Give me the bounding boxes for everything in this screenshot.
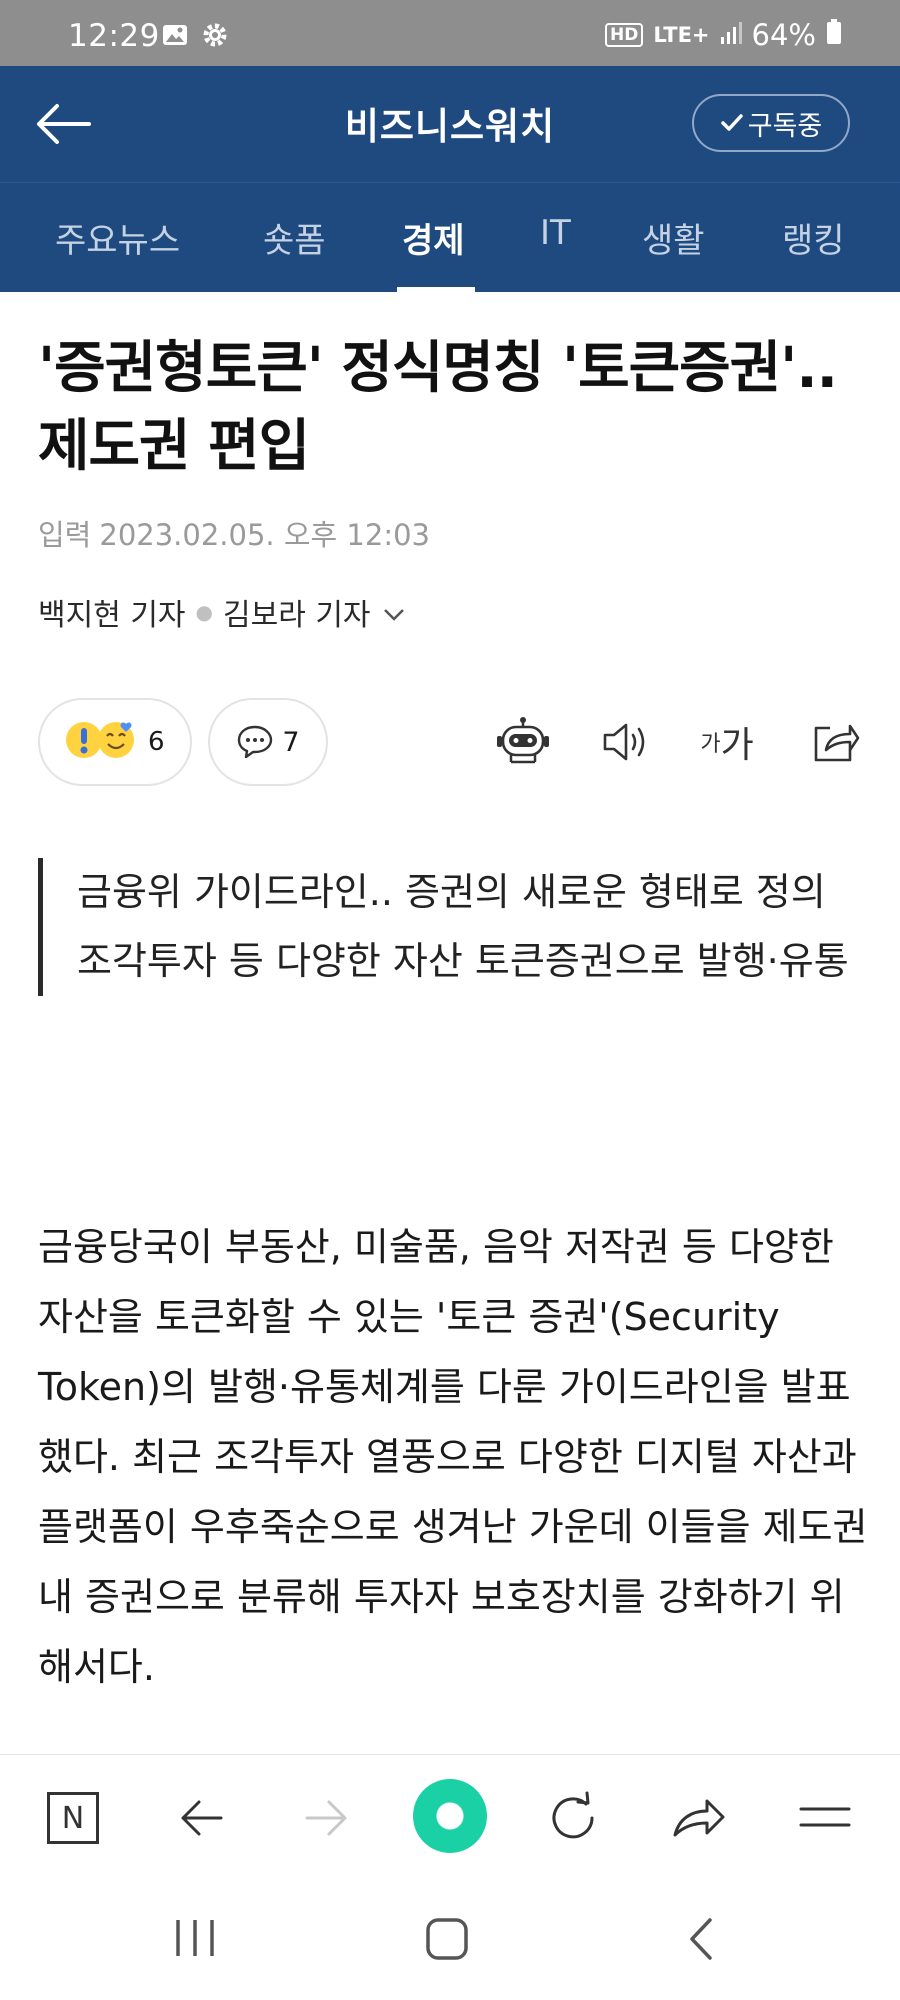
font-size-small-label: 가 bbox=[700, 732, 721, 757]
browser-share-button[interactable] bbox=[666, 1785, 732, 1851]
image-icon bbox=[162, 23, 188, 51]
browser-menu-button[interactable] bbox=[792, 1785, 858, 1851]
system-back-button[interactable] bbox=[682, 1916, 718, 1966]
article-body: 금융당국이 부동산, 미술품, 음악 저작권 등 다양한 자산을 토큰화할 수 … bbox=[38, 1225, 868, 1689]
summary-line: 금융위 가이드라인.. 증권의 새로운 형태로 정의 bbox=[77, 870, 826, 914]
subscribe-button[interactable]: 구독중 bbox=[692, 94, 850, 152]
forward-arrow-icon bbox=[305, 1800, 347, 1836]
home-button[interactable] bbox=[424, 1916, 472, 1966]
article-title: '증권형토큰' 정식명칭 '토큰증권'.. 제도권 편입 bbox=[38, 336, 838, 479]
subscribe-label: 구독중 bbox=[747, 110, 823, 142]
recent-apps-icon bbox=[176, 1920, 214, 1956]
comment-icon bbox=[238, 725, 273, 759]
check-icon bbox=[720, 114, 743, 131]
reaction-button[interactable]: 6 bbox=[38, 698, 192, 786]
status-time: 12:29 bbox=[68, 18, 160, 54]
robot-icon bbox=[497, 717, 549, 764]
chevron-down-icon[interactable] bbox=[383, 595, 405, 630]
share-arrow-icon bbox=[673, 1799, 725, 1837]
chevron-left-icon bbox=[690, 1918, 712, 1960]
article-summary: 금융위 가이드라인.. 증권의 새로운 형태로 정의 조각투자 등 다양한 자산… bbox=[38, 858, 868, 996]
active-tab-indicator bbox=[397, 287, 475, 293]
text-to-speech-button[interactable] bbox=[596, 712, 658, 772]
naver-home-icon: N bbox=[47, 1792, 99, 1844]
network-type: LTE+ bbox=[653, 23, 710, 47]
tab-it[interactable]: IT bbox=[540, 213, 571, 253]
summary-bot-button[interactable] bbox=[492, 712, 554, 772]
tab-life[interactable]: 생활 bbox=[642, 213, 705, 262]
signal-icon bbox=[720, 18, 742, 52]
separator-dot: ● bbox=[195, 600, 213, 624]
reporter-name[interactable]: 김보라 기자 bbox=[223, 590, 371, 634]
system-navigation-bar bbox=[0, 1880, 900, 2000]
date-value: 2023.02.05. 오후 12:03 bbox=[99, 518, 431, 552]
reporter-name[interactable]: 백지현 기자 bbox=[38, 590, 186, 634]
gear-icon bbox=[202, 22, 228, 52]
battery-percent: 64% bbox=[751, 18, 816, 52]
speaker-icon bbox=[603, 723, 645, 761]
refresh-button[interactable] bbox=[540, 1785, 606, 1851]
naver-home-button[interactable]: N bbox=[40, 1785, 106, 1851]
green-dot-icon[interactable] bbox=[413, 1779, 487, 1853]
date-label: 입력 bbox=[38, 518, 92, 552]
home-icon bbox=[426, 1918, 468, 1960]
summary-line: 조각투자 등 다양한 자산 토큰증권으로 발행·유통 bbox=[77, 939, 849, 983]
app-header: 비즈니스워치 구독중 bbox=[0, 66, 900, 182]
tab-ranking[interactable]: 랭킹 bbox=[782, 213, 845, 262]
font-size-large-label: 가 bbox=[720, 725, 754, 766]
comment-button[interactable]: 7 bbox=[208, 698, 328, 786]
share-button[interactable] bbox=[804, 712, 866, 772]
battery-icon bbox=[826, 18, 842, 52]
browser-toolbar: N bbox=[0, 1754, 900, 1880]
tab-shortform[interactable]: 숏폼 bbox=[263, 213, 326, 262]
category-tabs: 주요뉴스 숏폼 경제 IT 생활 랭킹 bbox=[0, 182, 900, 293]
status-bar: 12:29 HD LTE+ 64% bbox=[0, 0, 900, 66]
tab-main-news[interactable]: 주요뉴스 bbox=[55, 213, 180, 262]
article-date: 입력 2023.02.05. 오후 12:03 bbox=[38, 512, 430, 554]
font-size-button[interactable]: 가가 bbox=[696, 712, 758, 772]
reporter-list[interactable]: 백지현 기자 ● 김보라 기자 bbox=[38, 590, 405, 634]
share-icon bbox=[814, 724, 860, 762]
browser-back-button[interactable] bbox=[168, 1785, 234, 1851]
happy-emoji-icon bbox=[96, 720, 136, 764]
comment-count: 7 bbox=[282, 726, 300, 758]
recent-apps-button[interactable] bbox=[170, 1916, 220, 1964]
menu-icon bbox=[799, 1807, 851, 1827]
hd-badge: HD bbox=[605, 23, 644, 47]
reaction-count: 6 bbox=[148, 727, 165, 757]
tab-economy[interactable]: 경제 bbox=[402, 213, 465, 262]
back-arrow-icon bbox=[181, 1800, 223, 1836]
browser-forward-button[interactable] bbox=[294, 1785, 360, 1851]
refresh-icon bbox=[552, 1791, 594, 1839]
